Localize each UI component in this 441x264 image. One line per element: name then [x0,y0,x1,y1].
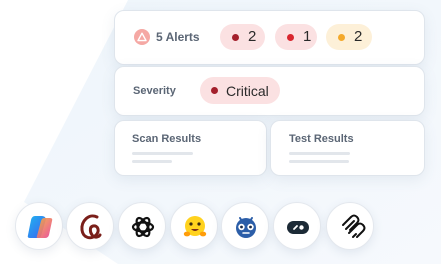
medium-alerts-badge[interactable]: 2 [326,24,372,50]
test-results-card[interactable] [270,120,425,176]
hugging-face-icon[interactable] [170,202,218,250]
medium-dot [338,33,345,41]
alerts-count-label: 5 Alerts [156,30,200,44]
scan-results-title: Scan Results [132,133,202,145]
critical-alerts-badge[interactable]: 2 [220,24,265,50]
severity-value-badge[interactable]: Critical [200,77,280,104]
critical-dot [232,33,239,41]
high-dot [287,33,294,41]
robot-icon[interactable] [221,202,269,250]
severity-label: Severity [133,85,176,97]
openai-icon[interactable] [118,202,166,250]
test-results-title: Test Results [289,133,354,145]
critical-dot [211,87,218,94]
placeholder-line [289,152,350,155]
copilot-icon[interactable] [15,202,63,250]
placeholder-line [289,160,349,163]
badge-count: 2 [354,28,363,45]
scan-results-card[interactable] [114,120,267,176]
badge-count: 2 [248,28,257,45]
placeholder-line [132,160,172,163]
warning-triangle-icon [134,29,150,45]
claude-script-icon[interactable] [66,202,114,250]
high-alerts-badge[interactable]: 1 [275,24,317,50]
badge-count: 1 [303,28,312,45]
severity-value: Critical [226,82,269,99]
placeholder-line [132,152,193,155]
loop-icon[interactable] [326,202,374,250]
pill-link-icon[interactable] [273,202,321,250]
